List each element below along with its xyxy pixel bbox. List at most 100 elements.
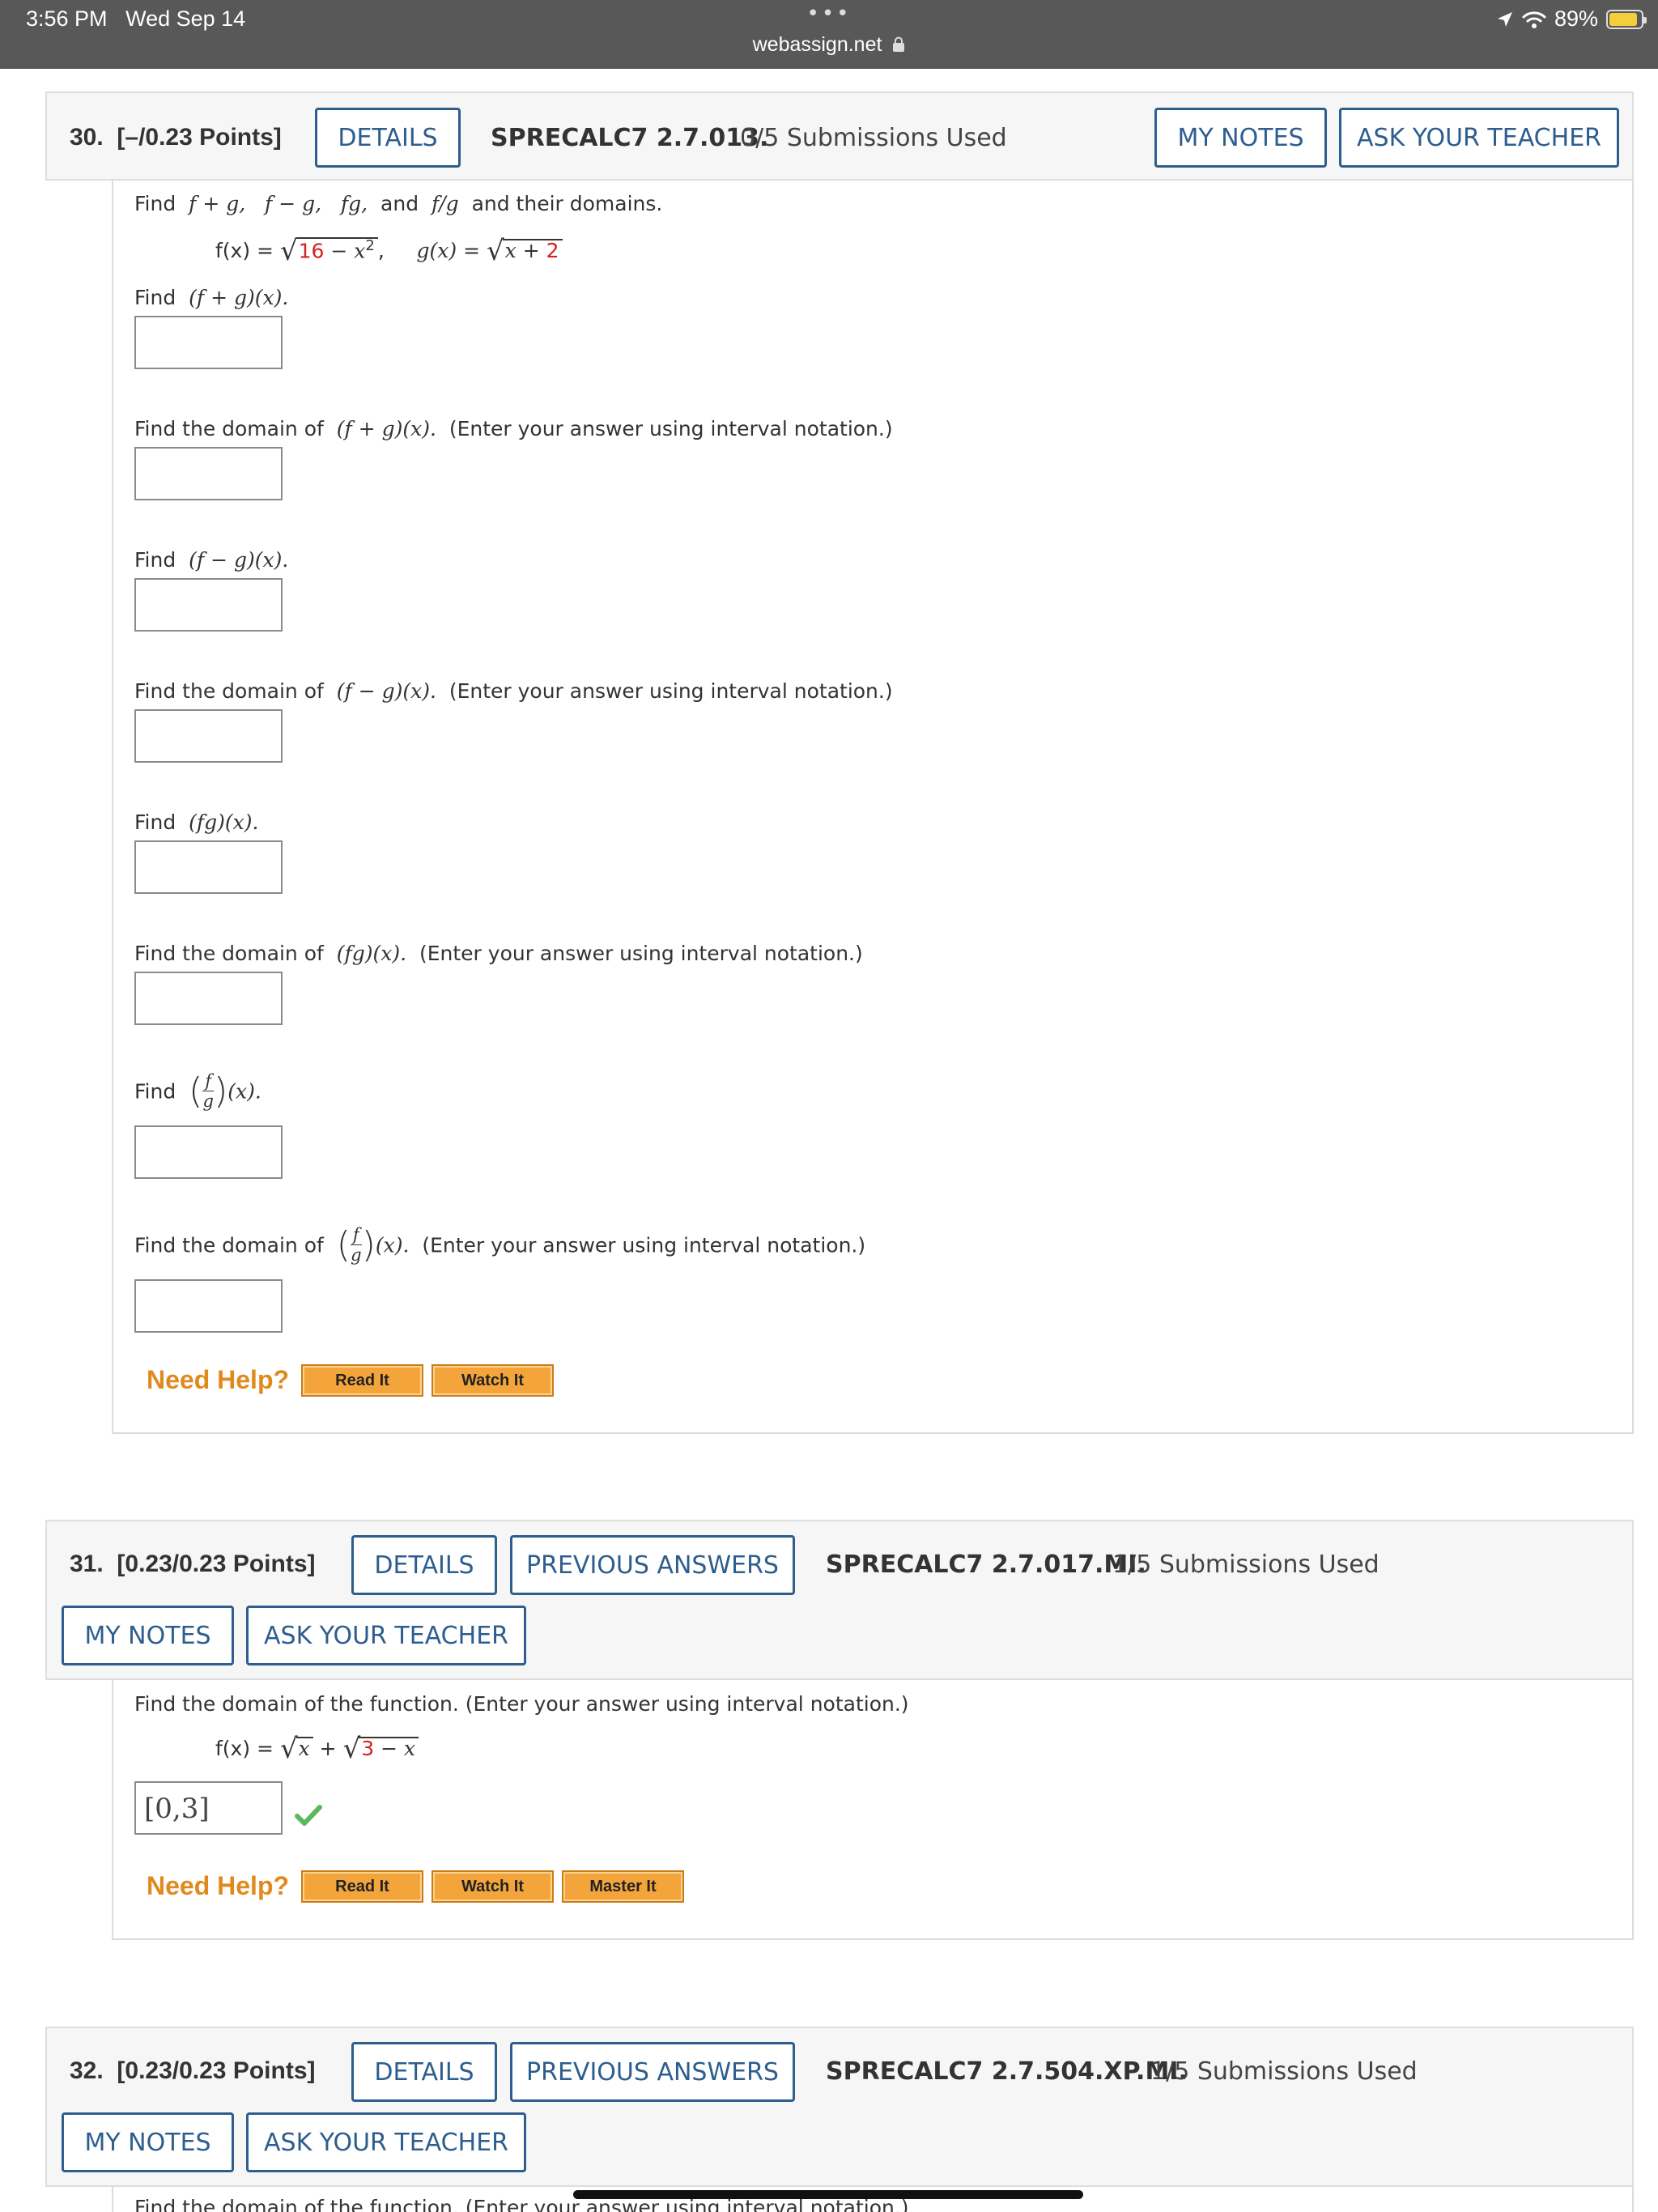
q30-f-radicand: 16 − x2 (295, 236, 378, 262)
q30-g-rad-red: 2 (546, 239, 559, 262)
part-expr-tail: (x). (227, 1079, 261, 1104)
frac-numerator: f (202, 1073, 215, 1091)
right-paren: ) (214, 1070, 228, 1112)
q32-previous-answers-button[interactable]: PREVIOUS ANSWERS (510, 2042, 795, 2102)
q31-details-button[interactable]: DETAILS (351, 1535, 497, 1595)
sqrt-symbol: √ (342, 1733, 361, 1765)
q32-header: 32. [0.23/0.23 Points] DETAILS PREVIOUS … (45, 2027, 1634, 2187)
multitasking-dots[interactable]: ••• (0, 2, 1658, 26)
part-note: (Enter your answer using interval notati… (449, 679, 893, 703)
q30-my-notes-button[interactable]: MY NOTES (1154, 108, 1327, 168)
part-find: Find the domain of (134, 942, 324, 965)
q30-prompt-find: Find (134, 192, 176, 215)
q31-radicand-2: 3 − x (359, 1737, 419, 1759)
q30-answer-f-plus-g[interactable] (134, 316, 283, 369)
q30-answer-fg[interactable] (134, 840, 283, 894)
q31-my-notes-button[interactable]: MY NOTES (62, 1606, 234, 1665)
q30-number-points: 30. [–/0.23 Points] (70, 124, 282, 151)
q31-previous-answers-button[interactable]: PREVIOUS ANSWERS (510, 1535, 795, 1595)
q30-part1-label: Find (f + g)(x). (134, 286, 288, 309)
left-paren: ( (189, 1070, 203, 1112)
q31-code: SPRECALC7 2.7.017.MI. (826, 1551, 1146, 1579)
q32-number-points: 32. [0.23/0.23 Points] (70, 2057, 316, 2085)
part-find: Find the domain of (134, 417, 324, 440)
q30-f-exponent: 2 (365, 236, 375, 254)
q31-read-it-button[interactable]: Read It (301, 1870, 423, 1903)
q30-answer-domain-f-plus-g[interactable] (134, 447, 283, 500)
q31-rad2-red: 3 (361, 1737, 375, 1760)
q30-g-lhs: g(x) = (416, 239, 487, 262)
q30-part7-label: Find (f g)(x). (134, 1073, 261, 1110)
part-expr-tail: (x). (375, 1233, 410, 1257)
part-note: (Enter your answer using interval notati… (422, 1233, 866, 1257)
q31-prompt: Find the domain of the function. (Enter … (134, 1692, 909, 1716)
q30-need-help: Need Help? (147, 1365, 290, 1394)
q31-answer-field[interactable]: [0,3] (134, 1781, 283, 1835)
q31-master-it-button[interactable]: Master It (562, 1870, 684, 1903)
q30-answer-domain-f-minus-g[interactable] (134, 709, 283, 763)
q32-ask-teacher-button[interactable]: ASK YOUR TEACHER (246, 2112, 526, 2172)
battery-nub (1643, 16, 1647, 23)
q32-my-notes-button[interactable]: MY NOTES (62, 2112, 234, 2172)
part-expr: (f − g)(x). (336, 679, 436, 703)
part-find: Find (134, 1079, 176, 1104)
q30-part2-label: Find the domain of (f + g)(x). (Enter yo… (134, 417, 893, 440)
q30-answer-domain-fg[interactable] (134, 972, 283, 1025)
q30-prompt: Find f + g, f − g, fg, and f/g and their… (134, 192, 662, 215)
q30-answer-f-minus-g[interactable] (134, 578, 283, 632)
part-expr: (fg)(x). (336, 942, 407, 965)
url-text: webassign.net (752, 33, 882, 56)
q31-watch-it-button[interactable]: Watch It (432, 1870, 554, 1903)
q31-plus: + (312, 1737, 343, 1760)
sqrt-symbol: √ (279, 235, 298, 267)
q30-details-button[interactable]: DETAILS (315, 108, 461, 168)
q30-points: [–/0.23 Points] (117, 124, 282, 151)
q30-watch-it-button[interactable]: Watch It (432, 1364, 554, 1397)
q31-header: 31. [0.23/0.23 Points] DETAILS PREVIOUS … (45, 1520, 1634, 1680)
part-find: Find the domain of (134, 1233, 324, 1257)
frac-denominator: g (351, 1245, 362, 1265)
q31-radicand-1: x (295, 1737, 313, 1759)
q30-header: 30. [–/0.23 Points] DETAILS SPRECALC7 2.… (45, 91, 1634, 181)
fraction-f-over-g: fg (350, 1227, 362, 1265)
battery-percent: 89% (1554, 6, 1598, 31)
q30-prompt-fdivg: f/g (431, 192, 459, 215)
part-find: Find (134, 548, 176, 572)
q31-points: [0.23/0.23 Points] (117, 1551, 316, 1577)
status-indicators: 89% (1496, 6, 1647, 32)
lock-icon (893, 36, 905, 52)
q30-ask-teacher-button[interactable]: ASK YOUR TEACHER (1339, 108, 1619, 168)
home-indicator[interactable] (573, 2190, 1083, 2199)
q30-comma: , (377, 239, 385, 262)
q30-g-rad-a: x + (504, 239, 546, 262)
q30-part5-label: Find (fg)(x). (134, 810, 258, 834)
part-note: (Enter your answer using interval notati… (449, 417, 893, 440)
q30-code: SPRECALC7 2.7.013. (491, 124, 769, 152)
battery-icon (1606, 9, 1647, 29)
part-find: Find (134, 286, 176, 309)
q30-f-rad-red: 16 (298, 239, 325, 262)
sqrt-symbol: √ (279, 1733, 298, 1765)
q32-submissions: 1/5 Submissions Used (1150, 2057, 1418, 2086)
q30-read-it-button[interactable]: Read It (301, 1364, 423, 1397)
q30-part8-label: Find the domain of (f g)(x). (Enter your … (134, 1227, 865, 1264)
q30-answer-f-over-g[interactable] (134, 1125, 283, 1179)
q30-part6-label: Find the domain of (fg)(x). (Enter your … (134, 942, 863, 965)
address-bar[interactable]: webassign.net (0, 33, 1658, 57)
battery-level (1609, 12, 1637, 26)
part-expr: (f + g)(x). (189, 286, 289, 309)
q31-ask-teacher-button[interactable]: ASK YOUR TEACHER (246, 1606, 526, 1665)
left-paren: ( (336, 1224, 351, 1266)
q31-number-points: 31. [0.23/0.23 Points] (70, 1551, 316, 1578)
fraction-f-over-g: fg (202, 1073, 215, 1110)
q30-prompt-funcs: f + g, f − g, fg, (189, 192, 368, 215)
part-expr: (f + g)(x). (336, 417, 436, 440)
q30-g-radicand: x + 2 (502, 239, 563, 262)
q32-details-button[interactable]: DETAILS (351, 2042, 497, 2102)
q31-need-help: Need Help? (147, 1871, 290, 1900)
q31-given-function: f(x) = √x + √3 − x (215, 1733, 419, 1765)
q31-rad2-rest: − x (374, 1737, 416, 1760)
q30-part4-label: Find the domain of (f − g)(x). (Enter yo… (134, 679, 893, 703)
q32-number: 32. (70, 2057, 104, 2084)
q30-answer-domain-f-over-g[interactable] (134, 1279, 283, 1333)
